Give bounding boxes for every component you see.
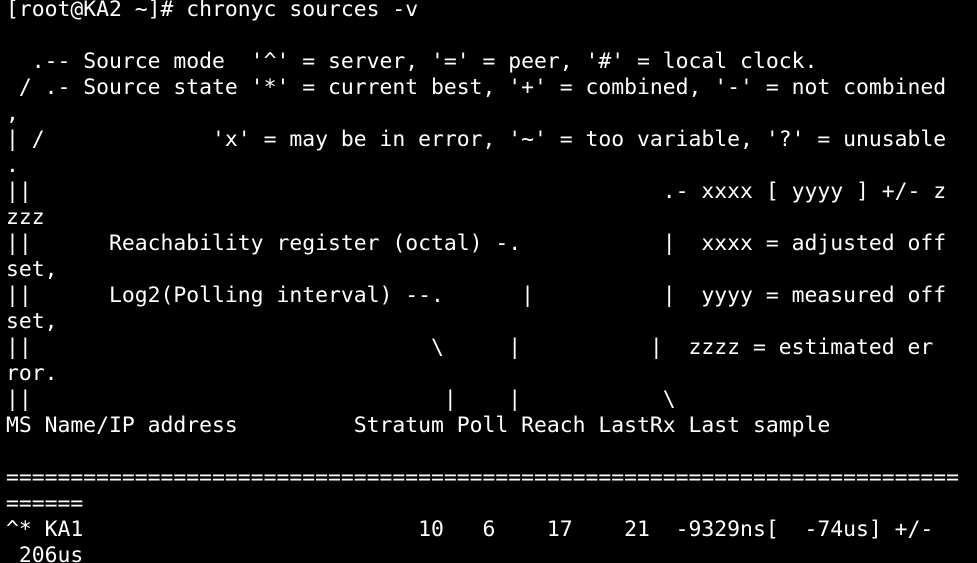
command-prompt-line: [root@KA2 ~]# chronyc sources -v bbox=[6, 0, 419, 22]
legend-reachability: || Reachability register (octal) -. | xx… bbox=[6, 231, 947, 256]
legend-source-state: / .- Source state '*' = current best, '+… bbox=[6, 75, 947, 100]
legend-source-state-wrap: , bbox=[6, 101, 19, 126]
table-header: MS Name/IP address Stratum Poll Reach La… bbox=[6, 413, 831, 438]
terminal-window[interactable]: [root@KA2 ~]# chronyc sources -v .-- Sou… bbox=[0, 0, 977, 563]
table-separator-wrap: ====== bbox=[6, 491, 84, 516]
legend-polling-wrap: set, bbox=[6, 309, 58, 334]
legend-error-flags: | / 'x' = may be in error, '~' = too var… bbox=[6, 127, 947, 152]
legend-source-mode: .-- Source mode '^' = server, '=' = peer… bbox=[6, 49, 818, 74]
legend-estimated-error: || \ | | zzzz = estimated er bbox=[6, 335, 934, 360]
table-row-wrap: 206us bbox=[6, 543, 84, 563]
table-separator: ========================================… bbox=[6, 465, 959, 490]
legend-sample-format: || .- xxxx [ yyyy ] +/- z bbox=[6, 179, 947, 204]
table-row: ^* KA1 10 6 17 21 -9329ns[ -74us] +/- bbox=[6, 517, 934, 542]
legend-estimated-error-wrap: ror. bbox=[6, 361, 58, 386]
legend-error-flags-wrap: . bbox=[6, 153, 19, 178]
legend-polling: || Log2(Polling interval) --. | | yyyy =… bbox=[6, 283, 947, 308]
legend-reachability-wrap: set, bbox=[6, 257, 58, 282]
legend-pointer-line: || | | \ bbox=[6, 387, 676, 412]
legend-sample-format-wrap: zzz bbox=[6, 205, 45, 230]
